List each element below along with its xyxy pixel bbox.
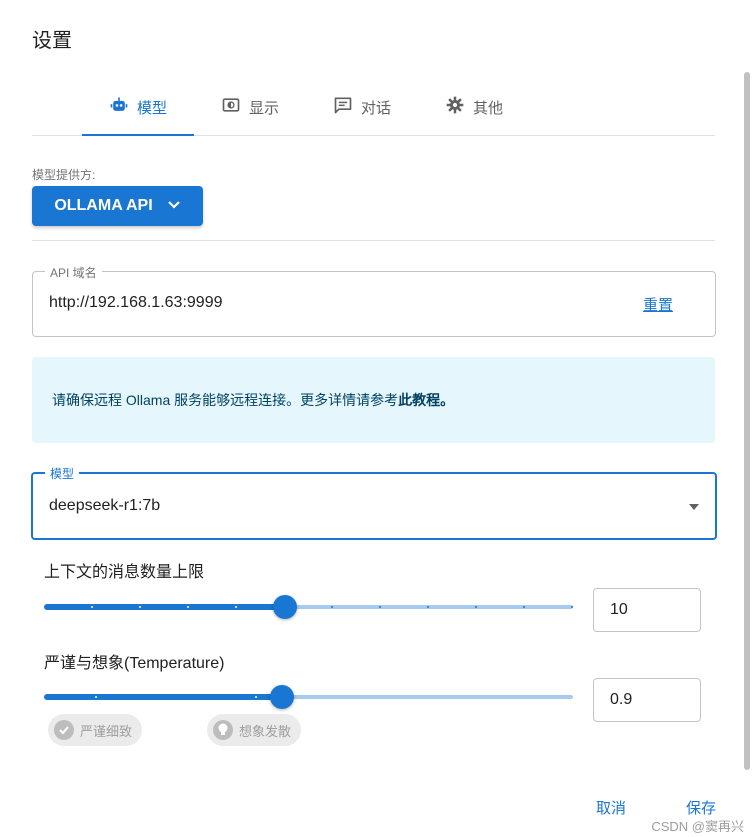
settings-tabs: 模型 显示 对话 其他 [32, 80, 715, 136]
active-tab-indicator [82, 134, 194, 136]
api-host-field[interactable]: API 域名 http://192.168.1.63:9999 重置 [32, 264, 716, 337]
scrollbar[interactable] [744, 72, 750, 770]
model-label: 模型 [45, 465, 80, 482]
tab-other[interactable]: 其他 [434, 80, 514, 134]
slider-mark [331, 606, 333, 608]
temperature-input[interactable]: 0.9 [593, 678, 701, 722]
slider-mark [139, 606, 141, 608]
divider [32, 240, 715, 241]
chevron-down-icon [167, 197, 181, 215]
info-text: 请确保远程 Ollama 服务能够远程连接。更多详情请参考 [52, 392, 399, 408]
reset-button[interactable]: 重置 [643, 294, 673, 315]
provider-label: 模型提供方: [32, 168, 96, 182]
display-icon [221, 95, 241, 119]
cancel-button[interactable]: 取消 [596, 797, 626, 818]
slider-track [44, 604, 285, 610]
context-limit-slider[interactable] [44, 592, 573, 622]
rigorous-icon [54, 720, 74, 740]
watermark: CSDN @窦再兴 [651, 819, 744, 834]
save-button[interactable]: 保存 [686, 797, 716, 818]
slider-mark [255, 696, 257, 698]
api-host-input[interactable]: http://192.168.1.63:9999 [49, 294, 222, 312]
tab-chat[interactable]: 对话 [322, 80, 402, 134]
dialog-title: 设置 [32, 30, 72, 52]
chip-rigorous: 严谨细致 [48, 714, 143, 746]
chip-imaginative: 想象发散 [207, 714, 302, 746]
slider-mark [523, 606, 525, 608]
context-limit-input[interactable]: 10 [593, 588, 701, 632]
robot-icon [109, 95, 129, 119]
chip-rigorous-label: 严谨细致 [80, 723, 133, 739]
tab-model[interactable]: 模型 [82, 80, 194, 134]
slider-mark [379, 606, 381, 608]
context-limit-label: 上下文的消息数量上限 [44, 564, 205, 581]
gear-icon [445, 95, 465, 119]
slider-mark [235, 606, 237, 608]
api-host-label: API 域名 [45, 264, 102, 281]
slider-thumb[interactable] [273, 595, 297, 619]
provider-select-button[interactable]: OLLAMA API [32, 186, 203, 226]
settings-dialog: 设置 模型 显示 对话 其他 模型提供方: OLLAMA API API 域名 … [0, 0, 752, 837]
slider-thumb[interactable] [270, 685, 294, 709]
model-value: deepseek-r1:7b [49, 497, 161, 514]
tab-display-label: 显示 [248, 99, 279, 117]
slider-track [44, 694, 282, 700]
dropdown-arrow-icon [689, 504, 699, 510]
info-alert: 请确保远程 Ollama 服务能够远程连接。更多详情请参考 此教程。 [32, 357, 715, 443]
temperature-slider[interactable] [44, 682, 573, 712]
slider-mark [187, 606, 189, 608]
temperature-label: 严谨与想象(Temperature) [44, 655, 225, 672]
tab-other-label: 其他 [472, 99, 503, 117]
tab-chat-label: 对话 [360, 99, 391, 117]
slider-mark [91, 606, 93, 608]
slider-mark [427, 606, 429, 608]
slider-mark [475, 606, 477, 608]
tab-model-label: 模型 [136, 99, 167, 117]
slider-mark [95, 696, 97, 698]
model-select[interactable]: 模型 deepseek-r1:7b [31, 465, 717, 540]
tab-display[interactable]: 显示 [210, 80, 290, 134]
slider-mark [571, 606, 573, 608]
tutorial-link[interactable]: 此教程。 [398, 390, 454, 410]
chip-imaginative-label: 想象发散 [239, 723, 292, 739]
provider-value: OLLAMA API [54, 197, 153, 214]
lightbulb-icon [213, 720, 233, 740]
chat-icon [333, 95, 353, 119]
